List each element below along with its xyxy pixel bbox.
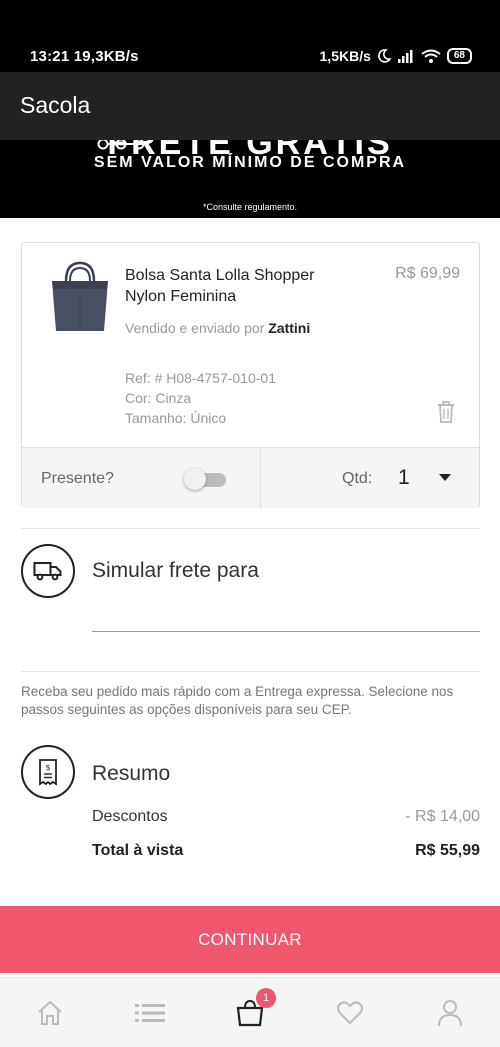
quantity-label: Qtd: <box>342 470 373 487</box>
product-image[interactable] <box>44 261 116 335</box>
shipping-title: Simular frete para <box>92 559 259 582</box>
page-title: Sacola <box>20 92 91 118</box>
product-seller: Vendido e enviado por Zattini <box>125 320 310 336</box>
divider <box>260 448 261 509</box>
gift-label: Presente? <box>41 470 114 487</box>
nav-categories[interactable] <box>100 978 200 1047</box>
svg-text:$: $ <box>45 763 50 772</box>
item-options: Presente? Qtd: 1 <box>22 447 479 509</box>
seller-name: Zattini <box>268 320 311 336</box>
heart-icon <box>337 1001 363 1025</box>
product-size: Tamanho: Único <box>125 410 227 426</box>
moon-icon <box>377 49 391 63</box>
product-ref: Ref: # H08-4757-010-01 <box>125 370 276 386</box>
continue-button[interactable]: CONTINUAR <box>0 906 500 973</box>
discount-value: - R$ 14,00 <box>405 808 480 825</box>
battery-icon: 68 <box>446 48 472 64</box>
total-value: R$ 55,99 <box>415 842 480 859</box>
cart-badge: 1 <box>256 988 276 1008</box>
shipping-icon-circle <box>21 544 75 598</box>
quantity-select[interactable]: 1 <box>398 466 410 490</box>
cep-input[interactable] <box>92 604 480 632</box>
toggle-knob <box>184 468 206 490</box>
truck-icon <box>33 562 62 581</box>
total-label: Total à vista <box>92 842 184 859</box>
signal-icon <box>397 50 413 63</box>
receipt-icon: $ <box>39 759 57 786</box>
product-name[interactable]: Bolsa Santa Lolla Shopper Nylon Feminina <box>125 265 355 307</box>
summary-icon-circle: $ <box>21 745 75 799</box>
chevron-down-icon[interactable] <box>439 474 451 481</box>
banner-subtitle: SEM VALOR MÍNIMO DE COMPRA <box>93 154 407 171</box>
nav-favorites[interactable] <box>300 978 400 1047</box>
shipping-info-text: Receba seu pedido mais rápido com a Entr… <box>21 684 454 717</box>
nav-cart[interactable]: 1 <box>200 978 300 1047</box>
product-price: R$ 69,99 <box>395 265 460 282</box>
network-speed-left: 19,3KB/s <box>73 48 139 65</box>
list-icon <box>135 1004 165 1022</box>
divider <box>21 528 480 529</box>
home-icon <box>38 1000 62 1025</box>
network-speed-right: 1,5KB/s <box>319 48 371 64</box>
status-time: 13:21 19,3KB/s <box>30 48 139 65</box>
status-right: 1,5KB/s 68 <box>320 48 472 64</box>
promo-banner[interactable]: FRETE GRÁTIS SEM VALOR MÍNIMO DE COMPRA … <box>0 140 500 218</box>
summary-title: Resumo <box>92 762 171 785</box>
status-bar: 13:21 19,3KB/s 1,5KB/s 68 <box>0 0 500 72</box>
user-icon <box>438 1000 462 1027</box>
divider <box>21 671 480 672</box>
nav-home[interactable] <box>0 978 100 1047</box>
clock: 13:21 <box>30 48 70 65</box>
wifi-icon <box>421 49 441 63</box>
product-color: Cor: Cinza <box>125 390 192 406</box>
discount-label: Descontos <box>92 808 168 825</box>
nav-profile[interactable] <box>400 978 500 1047</box>
gift-toggle[interactable] <box>184 468 226 490</box>
trash-icon[interactable] <box>435 400 457 424</box>
banner-note: *Consulte regulamento. <box>202 202 298 212</box>
seller-prefix: Vendido e enviado por <box>125 320 265 336</box>
app-bar: Sacola <box>0 72 500 140</box>
bottom-nav: 1 <box>0 977 500 1047</box>
cart-item-card: Bolsa Santa Lolla Shopper Nylon Feminina… <box>21 242 480 509</box>
